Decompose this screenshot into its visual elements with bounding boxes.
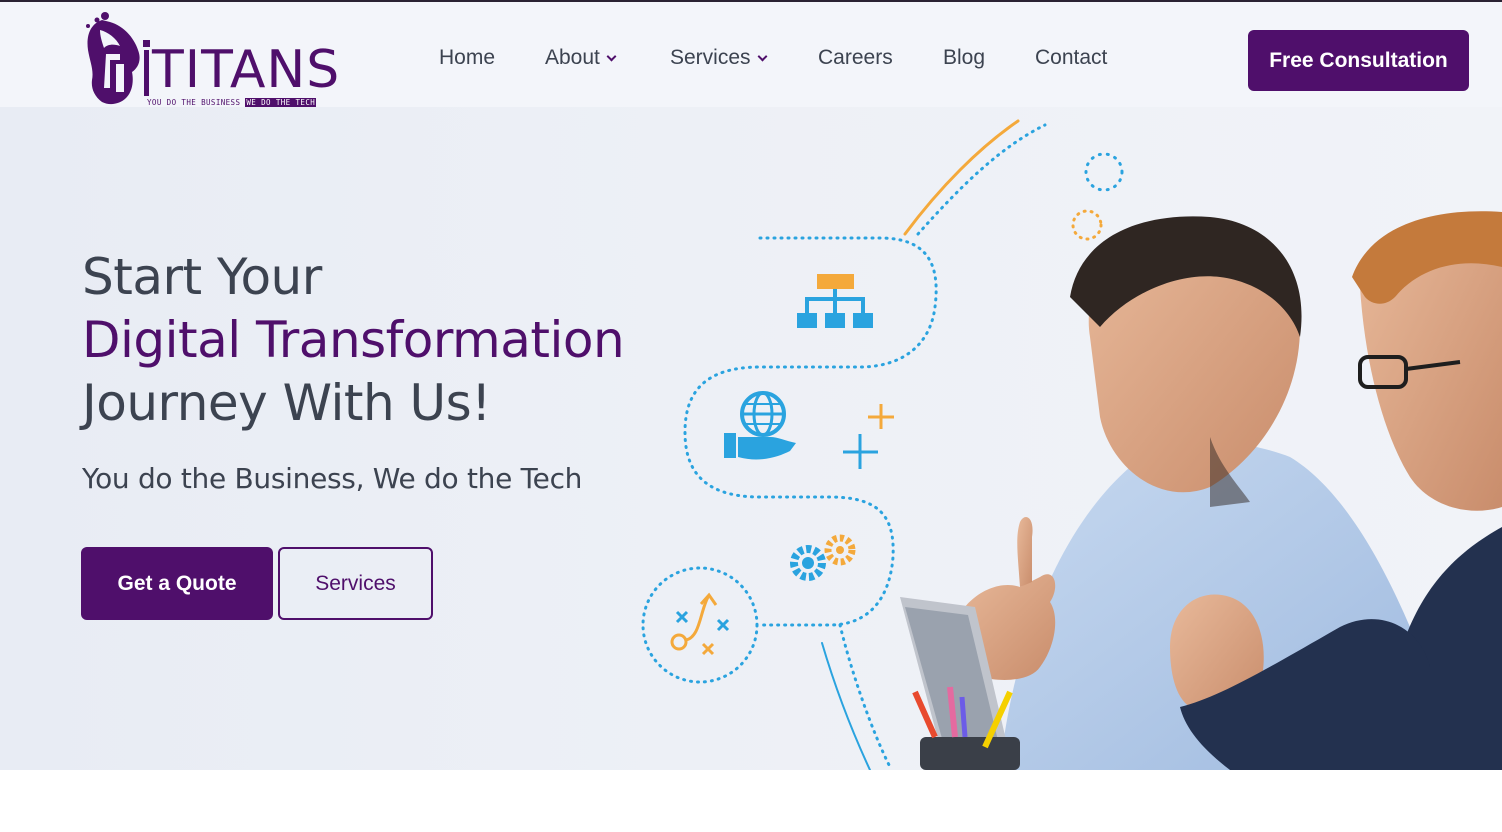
brand-name: TITANS <box>152 40 341 100</box>
site-header: TITANS YOU DO THE BUSINESS WE DO THE TEC… <box>0 2 1502 107</box>
hero-subtitle: You do the Business, We do the Tech <box>82 462 583 495</box>
plus-icon <box>843 404 894 469</box>
blue-line <box>821 642 871 770</box>
nav-home-label: Home <box>439 46 496 69</box>
services-button[interactable]: Services <box>278 547 433 620</box>
hero-title-line3: Journey With Us! <box>82 374 491 432</box>
nav-services-label: Services <box>670 46 751 69</box>
nav-contact[interactable]: Contact <box>1035 44 1107 72</box>
orange-line <box>903 119 1020 236</box>
dotted-path-bottom <box>838 623 892 769</box>
nav-blog-label: Blog <box>943 46 986 69</box>
nav-about-label: About <box>545 46 600 69</box>
gears-icon <box>790 534 856 581</box>
brand-tagline: YOU DO THE BUSINESS WE DO THE TECH <box>147 98 317 107</box>
hierarchy-icon <box>797 274 873 328</box>
tagline-part1: YOU DO THE BUSINESS <box>147 98 241 107</box>
dotted-circle-blue <box>1084 152 1124 192</box>
hero-section: Start Your Digital Transformation Journe… <box>0 107 1502 770</box>
globe-hand-icon <box>724 391 796 460</box>
titan-helmet-icon <box>86 12 150 105</box>
nav-blog[interactable]: Blog <box>943 44 985 72</box>
hero-title-line1: Start Your <box>82 248 322 306</box>
tagline-part2: WE DO THE TECH <box>245 98 317 107</box>
dotted-path-top <box>916 123 1047 236</box>
nav-contact-label: Contact <box>1035 46 1108 69</box>
nav-careers-label: Careers <box>818 46 893 69</box>
nav-home[interactable]: Home <box>439 44 495 72</box>
page-below-fold <box>0 770 1502 832</box>
nav-about[interactable]: About <box>545 44 617 72</box>
nav-careers[interactable]: Careers <box>818 44 893 72</box>
brand-logo[interactable]: TITANS YOU DO THE BUSINESS WE DO THE TEC… <box>80 10 339 108</box>
dotted-circle-orange <box>1071 209 1103 241</box>
nav-services[interactable]: Services <box>670 44 767 72</box>
hero-title-line2: Digital Transformation <box>82 311 625 369</box>
strategy-icon <box>641 566 759 684</box>
hero-illustration <box>641 119 1502 770</box>
chevron-down-icon <box>606 51 617 62</box>
people-photo <box>900 211 1502 770</box>
free-consultation-button[interactable]: Free Consultation <box>1248 30 1469 91</box>
get-a-quote-button[interactable]: Get a Quote <box>81 547 273 620</box>
chevron-down-icon <box>757 51 767 62</box>
